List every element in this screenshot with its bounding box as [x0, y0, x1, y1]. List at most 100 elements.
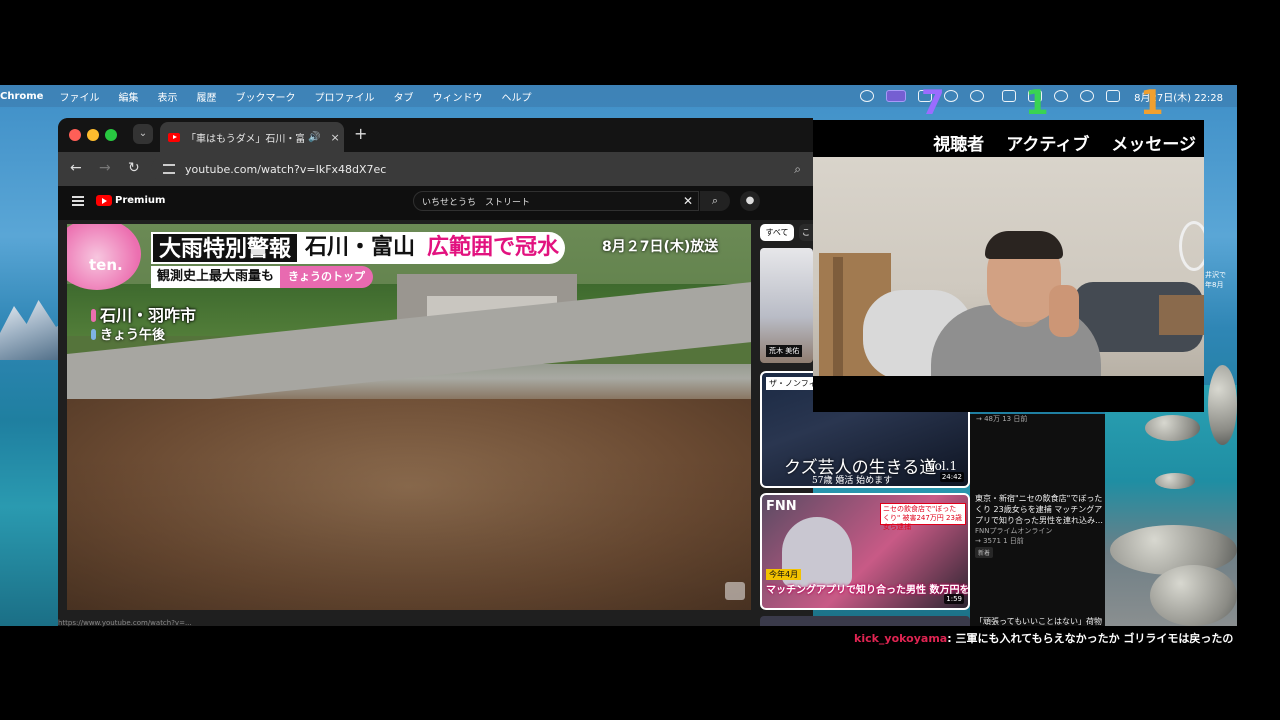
air-date: 8月２7日(木)放送: [602, 239, 719, 255]
chat-message: kick_yokoyama: 三軍にも入れてもらえなかったか ゴリライモは戻った…: [854, 630, 1233, 646]
recommendation-thumbnail[interactable]: FNN ニセの飲食店で"ぼったくり" 被害247万円 23歳女ら逮捕 今年4月 …: [760, 493, 970, 610]
minimize-window-button[interactable]: [87, 129, 99, 141]
time-caption: きょう午後: [91, 324, 165, 343]
overlay-number-orange: 1: [1140, 83, 1164, 123]
tab-close-icon[interactable]: ×: [330, 131, 339, 144]
forward-arrow-icon[interactable]: →: [99, 160, 111, 176]
ten-logo-text: ten.: [89, 256, 123, 274]
channel-watermark-icon: [725, 582, 745, 600]
menu-help[interactable]: ヘルプ: [501, 89, 531, 104]
address-url[interactable]: youtube.com/watch?v=IkFx48dX7ec: [185, 163, 386, 176]
recommendation-thumbnail[interactable]: 荒木 美佑: [760, 248, 813, 363]
wallpaper-rock: [1145, 415, 1200, 441]
chip-all[interactable]: すべて: [760, 224, 794, 241]
wallpaper-rock: [1155, 473, 1195, 489]
address-bar[interactable]: youtube.com/watch?v=IkFx48dX7ec ⌕: [151, 157, 801, 181]
thumbnail-subtitle: 57歳 婚活 始めます: [812, 476, 893, 486]
time-machine-icon[interactable]: [970, 90, 985, 102]
recommendation-thumbnail[interactable]: [760, 616, 970, 626]
time-text: きょう午後: [100, 328, 166, 343]
thumbnail-volume: Vol.1: [927, 459, 958, 473]
webcam-feed: [813, 157, 1204, 376]
youtube-favicon-icon: [168, 132, 180, 142]
site-info-icon[interactable]: [163, 164, 175, 174]
status-link-preview: https://www.youtube.com/watch?v=...: [58, 619, 192, 627]
youtube-premium-text: Premium: [115, 195, 166, 206]
menu-bookmarks[interactable]: ブックマーク: [235, 89, 295, 104]
zoom-window-button[interactable]: [105, 129, 117, 141]
video-title[interactable]: 東京・新宿"ニセの飲食店"でぼったくり 23歳女らを逮捕 マッチングアプリで知り…: [975, 493, 1105, 526]
youtube-play-logo-icon: [96, 195, 112, 206]
browser-toolbar: ← → ↻ youtube.com/watch?v=IkFx48dX7ec ⌕: [58, 152, 813, 186]
wallpaper-rock: [1150, 565, 1237, 626]
location-caption: 石川・羽咋市: [91, 302, 196, 326]
fnn-logo: FNN: [766, 499, 797, 514]
youtube-search-input[interactable]: いちせとうち ストリート ✕: [413, 191, 699, 211]
offscreen-window-text: 井沢で 年8月: [1205, 270, 1226, 290]
headline-region: 石川・富山: [299, 232, 422, 264]
new-tab-button[interactable]: +: [354, 124, 367, 143]
video-meta: → 48万 13 日前: [976, 415, 1028, 423]
menu-tab[interactable]: タブ: [393, 89, 413, 104]
tab-strip: ⌄ 「車はもうダメ」石川・富山 🔊 × +: [58, 118, 813, 152]
search-query-text: いちせとうち ストリート: [422, 197, 531, 208]
menu-history[interactable]: 履歴: [196, 89, 216, 104]
video-title[interactable]: 「頑張ってもいいことはない」荷物: [975, 616, 1105, 627]
stream-frame: Chrome ファイル 編集 表示 履歴 ブックマーク プロファイル タブ ウィ…: [0, 0, 1280, 720]
stat-messages-label: メッセージ: [1111, 135, 1196, 155]
clear-search-icon[interactable]: ✕: [683, 194, 693, 208]
youtube-header: Premium いちせとうち ストリート ✕ ⌕ ●: [58, 186, 813, 220]
menu-profiles[interactable]: プロファイル: [314, 89, 374, 104]
menu-view[interactable]: 表示: [157, 89, 177, 104]
play-icon[interactable]: [944, 90, 959, 102]
chip-second[interactable]: こ: [799, 224, 813, 241]
sub-caption-text: 観測史上最大雨量も: [151, 266, 281, 288]
headline-warning: 大雨特別警報: [151, 232, 300, 264]
voice-search-mic-icon[interactable]: ●: [740, 191, 760, 211]
creative-cloud-icon[interactable]: [860, 90, 875, 102]
menubar-app-name[interactable]: Chrome: [0, 91, 43, 102]
menu-file[interactable]: ファイル: [59, 89, 99, 104]
screen-record-icon[interactable]: [886, 90, 907, 102]
reload-icon[interactable]: ↻: [128, 160, 140, 176]
control-center-icon[interactable]: [1106, 90, 1121, 102]
channel-name[interactable]: FNNプライムオンライン: [975, 526, 1052, 536]
recommendation-meta-pane: → 48万 13 日前 東京・新宿"ニセの飲食店"でぼったくり 23歳女らを逮捕…: [970, 414, 1105, 626]
streamer-hand: [1049, 285, 1079, 337]
speaker-icon[interactable]: 🔊: [308, 132, 320, 143]
offscreen-text-line: 井沢で: [1205, 271, 1226, 279]
video-meta: → 3571 1 日前: [975, 537, 1024, 545]
youtube-logo[interactable]: Premium: [96, 195, 165, 206]
wooden-shelf: [1159, 295, 1204, 335]
menu-edit[interactable]: 編集: [118, 89, 138, 104]
video-duration: 1:59: [944, 594, 964, 604]
tab-active[interactable]: 「車はもうダメ」石川・富山 🔊 ×: [160, 122, 344, 152]
chat-text: : 三軍にも入れてもらえなかったか ゴリライモは戻ったの: [947, 632, 1234, 645]
cardboard-box-edge: [833, 257, 843, 376]
spotlight-search-icon[interactable]: [1080, 90, 1095, 102]
zoom-magnifier-icon[interactable]: ⌕: [794, 162, 801, 177]
webcam-overlay: 視聴者 アクティブ メッセージ: [813, 120, 1204, 412]
macos-menubar: Chrome ファイル 編集 表示 履歴 ブックマーク プロファイル タブ ウィ…: [0, 85, 1237, 107]
menu-window[interactable]: ウィンドウ: [432, 89, 482, 104]
close-window-button[interactable]: [69, 129, 81, 141]
search-button-icon[interactable]: ⌕: [700, 191, 730, 211]
location-marker-icon: [91, 309, 96, 322]
input-method-icon[interactable]: [1002, 90, 1017, 102]
headline-flooding: 広範囲で冠水: [421, 232, 566, 264]
video-duration: 24:42: [939, 472, 964, 482]
overlay-number-green: 1: [1025, 83, 1049, 123]
stream-stats-header: 視聴者 アクティブ メッセージ: [813, 120, 1204, 157]
sub-caption: 観測史上最大雨量も きょうのトップ: [151, 266, 374, 288]
location-text: 石川・羽咋市: [100, 306, 197, 325]
back-arrow-icon[interactable]: ←: [70, 160, 82, 176]
hamburger-menu-icon[interactable]: [72, 196, 84, 206]
thumbnail-band-text: マッチングアプリで知り合った男性 数万円を: [766, 585, 970, 596]
tab-search-chevron-icon[interactable]: ⌄: [133, 124, 153, 144]
top-story-tag: きょうのトップ: [280, 266, 374, 288]
wallpaper-rock: [1208, 365, 1237, 445]
electric-fan: [1179, 221, 1204, 271]
wifi-icon[interactable]: [1054, 90, 1069, 102]
webcam-bottom-bar: [813, 376, 1204, 412]
video-player[interactable]: ten. 大雨特別警報 石川・富山 広範囲で冠水 観測史上最大雨量も きょうのト…: [67, 224, 751, 610]
